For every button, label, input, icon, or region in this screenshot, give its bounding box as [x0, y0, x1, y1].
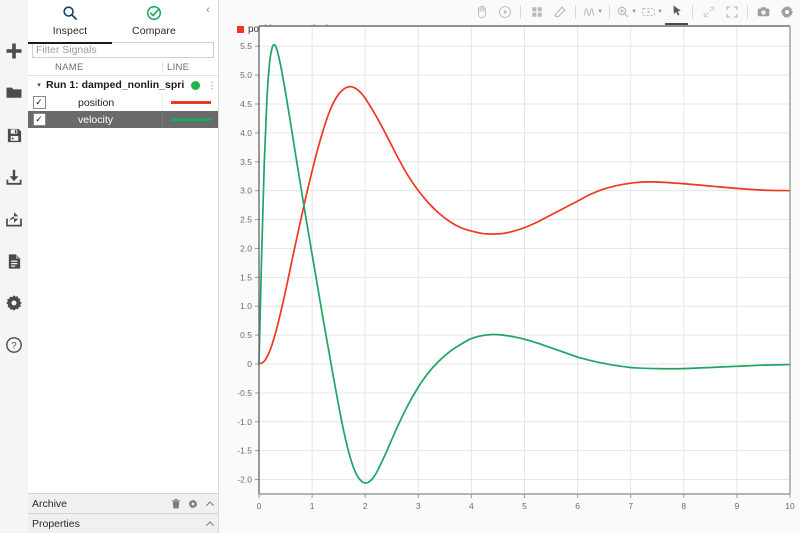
gear-icon[interactable]	[0, 282, 28, 324]
plot-area: ▼ ▼ ▼ 5.5 5.0 4.5 4.0 3.5 3.0 2.5 2.0 1.…	[219, 0, 800, 533]
svg-text:4.0: 4.0	[240, 128, 252, 138]
line-color-swatch-velocity	[170, 118, 211, 121]
chart-canvas[interactable]: 5.5 5.0 4.5 4.0 3.5 3.0 2.5 2.0 1.5 1.0 0.5 0 -0.5 -1…	[219, 0, 800, 533]
add-icon[interactable]	[0, 30, 28, 72]
archive-panel-bar[interactable]: Archive	[28, 493, 218, 513]
gear-icon[interactable]	[184, 499, 201, 509]
svg-text:4.5: 4.5	[240, 99, 252, 109]
signal-row-velocity[interactable]: ✓ velocity	[28, 111, 218, 128]
left-toolbar-rail: ?	[0, 0, 29, 533]
signal-checkbox-cell: ✓	[28, 96, 50, 109]
svg-text:-0.5: -0.5	[237, 388, 252, 398]
svg-text:0: 0	[257, 501, 262, 511]
signal-checkbox-position[interactable]: ✓	[32, 96, 46, 109]
svg-text:0: 0	[247, 359, 252, 369]
chevron-up-icon[interactable]	[201, 519, 218, 529]
search-icon	[62, 3, 78, 23]
folder-open-icon[interactable]	[0, 72, 28, 114]
signal-checkbox-cell: ✓	[28, 113, 50, 126]
tab-compare-label: Compare	[132, 25, 176, 37]
svg-text:10: 10	[785, 501, 795, 511]
report-icon[interactable]	[0, 240, 28, 282]
svg-text:?: ?	[11, 341, 16, 352]
signal-table-header: NAME LINE	[28, 60, 218, 76]
signal-browser-sidebar: Inspect Compare ‹ NAME LINE ▾ Run 1	[28, 0, 219, 533]
svg-text:3: 3	[416, 501, 421, 511]
signal-name-position: position	[78, 96, 115, 109]
svg-text:3.0: 3.0	[240, 186, 252, 196]
run-group-row[interactable]: ▾ Run 1: damped_nonlin_spring[Currer ⋮	[28, 76, 218, 94]
svg-text:9: 9	[735, 501, 740, 511]
svg-text:6: 6	[575, 501, 580, 511]
filter-signals-input[interactable]	[32, 42, 214, 58]
svg-text:1.0: 1.0	[240, 301, 252, 311]
signal-line-swatch-cell	[162, 94, 218, 111]
tab-inspect-label: Inspect	[52, 25, 88, 37]
help-icon[interactable]: ?	[0, 324, 28, 366]
svg-text:-1.5: -1.5	[237, 446, 252, 456]
collapse-sidebar-button[interactable]: ‹	[201, 3, 215, 17]
run-options-kebab[interactable]: ⋮	[206, 81, 218, 90]
svg-text:2.5: 2.5	[240, 215, 252, 225]
line-chart[interactable]: 5.5 5.0 4.5 4.0 3.5 3.0 2.5 2.0 1.5 1.0 0.5 0 -0.5 -1…	[219, 0, 800, 533]
svg-text:1: 1	[310, 501, 315, 511]
signal-line-swatch-cell	[162, 111, 218, 128]
run-status-dot	[184, 80, 206, 90]
svg-text:2: 2	[363, 501, 368, 511]
archive-panel-label: Archive	[32, 497, 68, 510]
svg-text:5.5: 5.5	[240, 41, 252, 51]
svg-text:0.5: 0.5	[240, 330, 252, 340]
svg-text:-2.0: -2.0	[237, 475, 252, 485]
sidebar-tabs: Inspect Compare ‹	[28, 0, 218, 44]
signal-name-velocity: velocity	[78, 113, 114, 126]
tab-inspect[interactable]: Inspect	[28, 0, 112, 44]
line-color-swatch-position	[170, 101, 211, 104]
tab-compare[interactable]: Compare	[112, 0, 196, 42]
column-header-name: NAME	[55, 62, 84, 73]
status-dot-indicator	[190, 80, 200, 90]
svg-text:2.0: 2.0	[240, 243, 252, 253]
share-icon[interactable]	[0, 198, 28, 240]
svg-text:8: 8	[681, 501, 686, 511]
svg-text:-1.0: -1.0	[237, 417, 252, 427]
signal-checkbox-velocity[interactable]: ✓	[32, 113, 46, 126]
svg-text:7: 7	[628, 501, 633, 511]
svg-text:3.5: 3.5	[240, 157, 252, 167]
save-icon[interactable]	[0, 114, 28, 156]
svg-text:5.0: 5.0	[240, 70, 252, 80]
expand-collapse-icon[interactable]: ▾	[28, 81, 46, 89]
signal-list-empty-area	[28, 128, 218, 493]
chevron-up-icon[interactable]	[201, 499, 218, 509]
check-circle-icon	[146, 3, 162, 23]
trash-icon[interactable]	[167, 498, 184, 509]
download-icon[interactable]	[0, 156, 28, 198]
svg-text:1.5: 1.5	[240, 272, 252, 282]
svg-text:4: 4	[469, 501, 474, 511]
properties-panel-label: Properties	[32, 517, 80, 530]
svg-text:5: 5	[522, 501, 527, 511]
column-header-line: LINE	[162, 62, 218, 73]
run-label: Run 1: damped_nonlin_spring[Currer	[46, 79, 184, 91]
signal-row-position[interactable]: ✓ position	[28, 94, 218, 111]
properties-panel-bar[interactable]: Properties	[28, 513, 218, 533]
